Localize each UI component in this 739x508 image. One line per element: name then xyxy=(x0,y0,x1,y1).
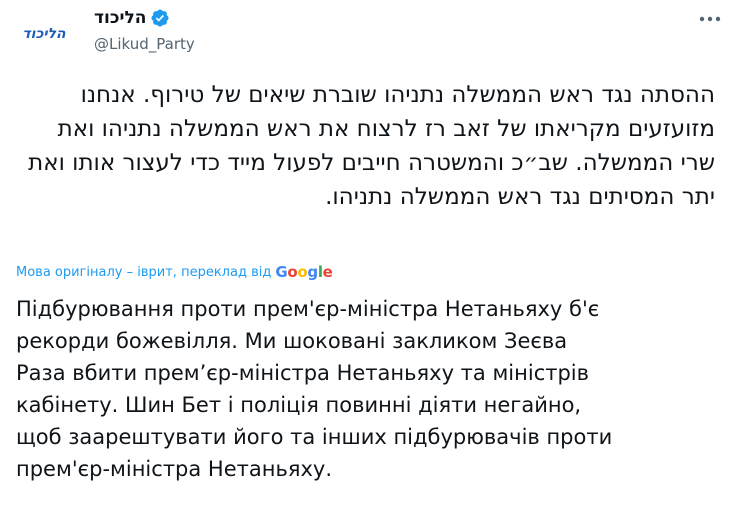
display-name[interactable]: הליכוד xyxy=(94,8,146,28)
google-logo: Google xyxy=(275,263,333,281)
tweet: הליכוד הליכוד @Likud_Party ההסתה נגד ראש… xyxy=(0,0,739,508)
more-horizontal-icon[interactable] xyxy=(697,8,723,30)
verified-badge-icon[interactable] xyxy=(150,8,170,28)
tweet-original-text: ההסתה נגד ראש הממשלה נתניהו שוברת שיאים … xyxy=(28,82,715,210)
likud-logo: הליכוד xyxy=(22,26,66,42)
translation-info-link[interactable]: Мова оригіналу – іврит, переклад від xyxy=(16,265,271,280)
author-handle[interactable]: @Likud_Party xyxy=(94,35,195,53)
tweet-translated-text: Підбурювання проти прем'єр-міністра Нета… xyxy=(16,297,613,481)
translation-attribution: Мова оригіналу – іврит, переклад від Goo… xyxy=(16,262,333,282)
author-info: הליכוד @Likud_Party xyxy=(94,6,195,53)
tweet-header: הליכוד הליכוד @Likud_Party xyxy=(16,2,723,60)
avatar[interactable]: הליכוד xyxy=(16,4,72,60)
display-name-row: הליכוד xyxy=(94,6,195,30)
svg-text:הליכוד: הליכוד xyxy=(22,26,66,42)
